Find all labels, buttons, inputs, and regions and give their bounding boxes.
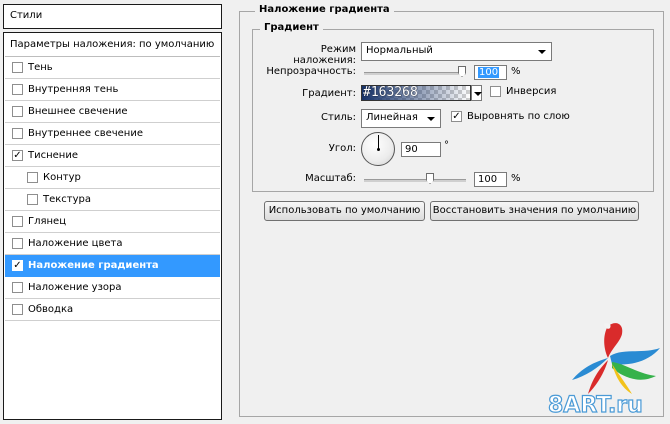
gradient-group-title: Градиент [260, 22, 323, 33]
contour-checkbox[interactable] [27, 172, 38, 183]
scale-label: Масштаб: [305, 173, 356, 184]
blend-mode-label: Режим наложения: [293, 44, 356, 66]
scale-value: 100 [478, 174, 498, 185]
style-item-label: Наложение градиента [28, 260, 159, 271]
blend-mode-select[interactable]: Нормальный [361, 42, 552, 61]
style-item-texture[interactable]: Текстура [5, 189, 220, 211]
chevron-down-icon [427, 117, 435, 121]
opacity-label: Непрозрачность: [266, 66, 356, 77]
style-select[interactable]: Линейная [361, 109, 441, 128]
style-value: Линейная [366, 112, 418, 123]
style-item-label: Наложение цвета [28, 238, 123, 249]
scale-slider-track[interactable] [364, 179, 466, 182]
drop-shadow-checkbox[interactable] [12, 62, 23, 73]
angle-unit: ° [444, 140, 449, 151]
blending-options-item[interactable]: Параметры наложения: по умолчанию [5, 33, 220, 57]
bevel-emboss-checkbox[interactable] [12, 150, 23, 161]
angle-value: 90 [405, 144, 418, 155]
style-item-satin[interactable]: Глянец [5, 211, 220, 233]
style-item-label: Текстура [43, 194, 92, 205]
styles-header[interactable]: Стили [3, 4, 222, 29]
outer-glow-checkbox[interactable] [12, 106, 23, 117]
style-item-label: Внутреннее свечение [28, 128, 143, 139]
style-item-bevel-emboss[interactable]: Тиснение [5, 145, 220, 167]
style-item-outer-glow[interactable]: Внешнее свечение [5, 101, 220, 123]
gradient-picker-button[interactable] [471, 85, 482, 101]
satin-checkbox[interactable] [12, 216, 23, 227]
reverse-checkbox[interactable] [490, 86, 501, 97]
panel-title: Наложение градиента [255, 4, 394, 15]
opacity-value: 100 [478, 67, 500, 78]
blending-options-label: Параметры наложения: по умолчанию [10, 39, 215, 50]
opacity-slider-track[interactable] [364, 72, 466, 75]
align-with-layer-label: Выровнять по слою [467, 111, 570, 122]
style-item-gradient-overlay[interactable]: Наложение градиента [5, 255, 220, 277]
opacity-unit: % [511, 66, 521, 77]
scale-unit: % [511, 173, 521, 184]
inner-glow-checkbox[interactable] [12, 128, 23, 139]
angle-label: Угол: [328, 143, 356, 154]
align-with-layer-checkbox[interactable] [451, 111, 462, 122]
style-item-color-overlay[interactable]: Наложение цвета [5, 233, 220, 255]
reverse-option[interactable]: Инверсия [490, 86, 556, 97]
styles-list: Параметры наложения: по умолчанию Тень В… [3, 32, 222, 420]
align-with-layer-option[interactable]: Выровнять по слою [451, 111, 570, 122]
chevron-down-icon [474, 92, 482, 96]
opacity-input[interactable]: 100 [474, 65, 507, 80]
style-label: Стиль: [321, 112, 356, 123]
gradient-hex: #163268 [363, 85, 418, 100]
styles-header-label: Стили [10, 10, 43, 21]
color-overlay-checkbox[interactable] [12, 238, 23, 249]
pattern-overlay-checkbox[interactable] [12, 282, 23, 293]
reset-default-button[interactable]: Восстановить значения по умолчанию [430, 201, 639, 221]
texture-checkbox[interactable] [27, 194, 38, 205]
angle-input[interactable]: 90 [401, 142, 441, 157]
inner-shadow-checkbox[interactable] [12, 84, 23, 95]
chevron-down-icon [538, 50, 546, 54]
style-item-label: Тиснение [28, 150, 78, 161]
style-item-label: Обводка [28, 304, 74, 315]
style-item-drop-shadow[interactable]: Тень [5, 57, 220, 79]
gradient-swatch[interactable]: #163268 [361, 85, 471, 101]
watermark-text: 8ART.ru [547, 392, 643, 418]
style-item-stroke[interactable]: Обводка [5, 299, 220, 321]
style-item-label: Наложение узора [28, 282, 122, 293]
style-item-inner-shadow[interactable]: Внутренняя тень [5, 79, 220, 101]
make-default-button[interactable]: Использовать по умолчанию [264, 201, 425, 221]
style-item-contour[interactable]: Контур [5, 167, 220, 189]
style-item-pattern-overlay[interactable]: Наложение узора [5, 277, 220, 299]
style-item-label: Контур [43, 172, 81, 183]
style-item-label: Внешнее свечение [28, 106, 128, 117]
style-item-label: Глянец [28, 216, 67, 227]
style-item-inner-glow[interactable]: Внутреннее свечение [5, 123, 220, 145]
reverse-label: Инверсия [506, 86, 557, 97]
style-item-label: Тень [28, 62, 53, 73]
gradient-label: Градиент: [302, 88, 356, 99]
scale-input[interactable]: 100 [474, 172, 507, 187]
blend-mode-value: Нормальный [366, 45, 433, 56]
style-item-label: Внутренняя тень [28, 84, 119, 95]
stroke-checkbox[interactable] [12, 304, 23, 315]
parrot-logo-icon [572, 323, 660, 394]
gradient-overlay-checkbox[interactable] [12, 260, 23, 271]
angle-center-dot [377, 148, 380, 151]
